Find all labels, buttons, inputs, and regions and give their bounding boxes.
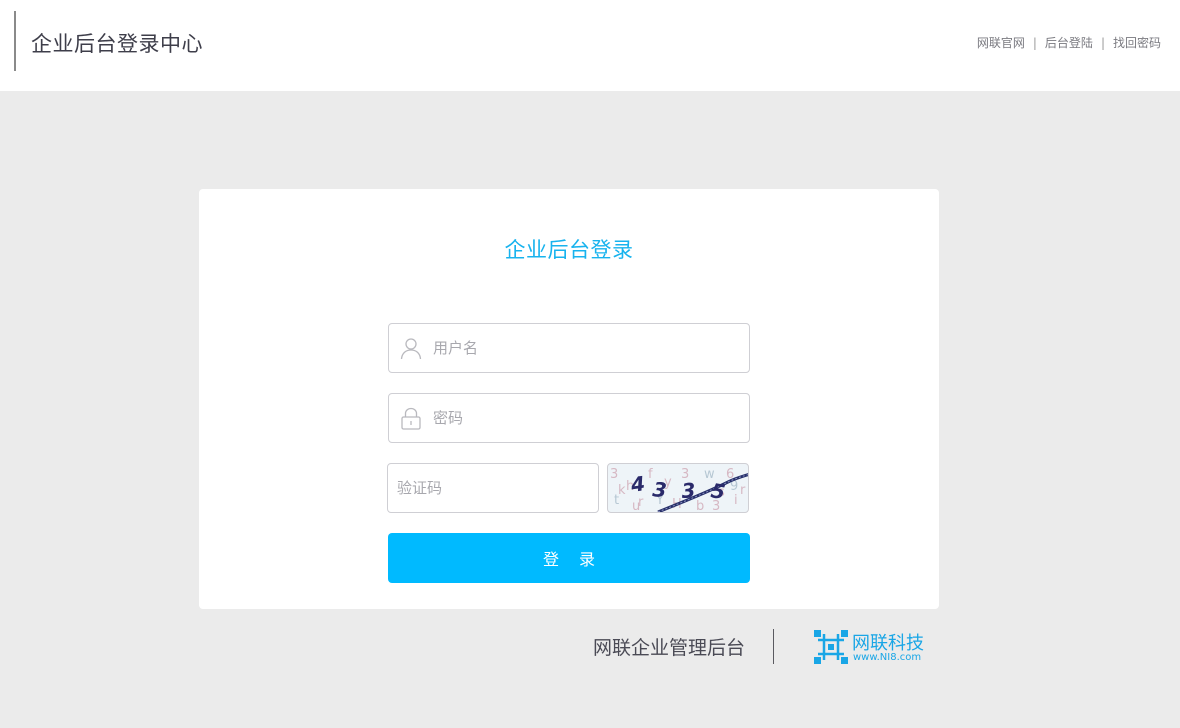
login-title: 企业后台登录 [504, 238, 634, 262]
brand-url: www.NI8.com [853, 652, 922, 663]
svg-text:3: 3 [610, 467, 618, 482]
svg-text:3: 3 [651, 477, 667, 502]
link-separator: | [1032, 35, 1037, 50]
header-accent-bar [14, 11, 16, 71]
captcha-field[interactable] [387, 463, 599, 513]
page-title: 企业后台登录中心 [31, 32, 203, 56]
login-button[interactable]: 登录 [388, 533, 750, 583]
system-name: 网联企业管理后台 [593, 637, 746, 659]
link-official-site[interactable]: 网联官网 [977, 34, 1025, 51]
link-separator: | [1100, 35, 1105, 50]
svg-text:b: b [696, 499, 704, 513]
captcha-image[interactable]: 3kh ufy 3b3 6ir Hrs tYw9 4 3 3 5 [607, 463, 749, 513]
grid-logo-icon [814, 630, 848, 664]
brand-logo: 网联科技 www.NI8.com [814, 629, 934, 665]
svg-text:r: r [740, 483, 746, 498]
header: 企业后台登录中心 网联官网 | 后台登陆 | 找回密码 [0, 0, 1180, 91]
user-icon [399, 336, 423, 360]
password-field[interactable] [388, 393, 750, 443]
header-links: 网联官网 | 后台登陆 | 找回密码 [977, 34, 1161, 51]
svg-text:f: f [648, 467, 653, 482]
login-card: 企业后台登录 3kh ufy 3b3 6ir [199, 189, 939, 609]
svg-text:i: i [734, 493, 738, 508]
svg-text:5: 5 [709, 478, 727, 504]
svg-text:t: t [614, 493, 619, 508]
lock-icon [399, 406, 423, 430]
username-field[interactable] [388, 323, 750, 373]
captcha-input[interactable] [397, 464, 591, 512]
username-input[interactable] [433, 324, 743, 372]
link-recover-password[interactable]: 找回密码 [1113, 34, 1161, 51]
password-input[interactable] [433, 394, 743, 442]
svg-text:3: 3 [681, 478, 697, 503]
link-admin-login[interactable]: 后台登陆 [1045, 34, 1093, 51]
footer-divider [773, 629, 774, 664]
svg-text:r: r [638, 495, 644, 510]
svg-text:k: k [618, 483, 626, 498]
